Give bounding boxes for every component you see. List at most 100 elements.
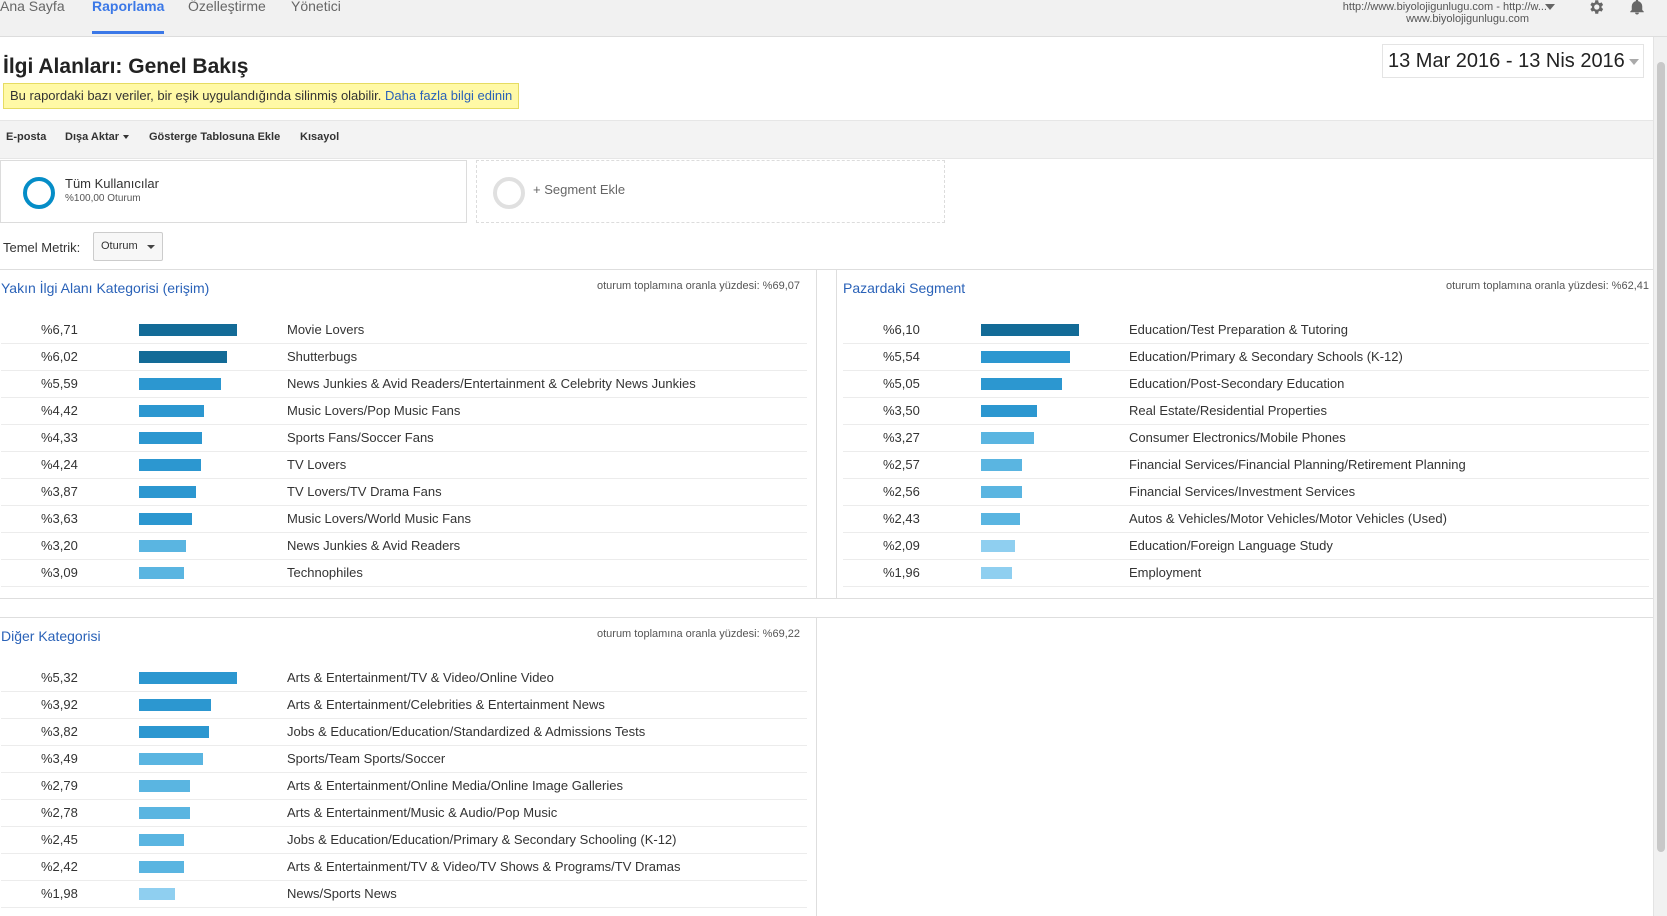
category-label: Music Lovers/Pop Music Fans: [287, 403, 461, 418]
category-label: Education/Test Preparation & Tutoring: [1129, 322, 1348, 337]
primary-metric-select[interactable]: Oturum: [93, 232, 163, 261]
percent-value: %4,33: [41, 430, 78, 445]
segment-share: %100,00 Oturum: [65, 193, 141, 204]
percent-bar: [139, 567, 184, 579]
category-label: Movie Lovers: [287, 322, 365, 337]
percent-value: %6,10: [883, 322, 920, 337]
category-label: Shutterbugs: [287, 349, 358, 364]
percent-bar: [139, 378, 221, 390]
panel-title-link[interactable]: Diğer Kategorisi: [1, 628, 101, 644]
category-label: Financial Services/Investment Services: [1129, 484, 1356, 499]
percent-bar: [139, 780, 190, 792]
segment-all-users[interactable]: Tüm Kullanıcılar %100,00 Oturum: [0, 160, 467, 223]
category-label: Consumer Electronics/Mobile Phones: [1129, 430, 1346, 445]
table-row: %2,57 Financial Services/Financial Planni…: [843, 451, 1649, 479]
percent-value: %2,57: [883, 457, 920, 472]
category-label: Arts & Entertainment/TV & Video/TV Shows…: [287, 859, 681, 874]
chevron-down-icon[interactable]: [1545, 4, 1555, 10]
table-row: %3,82 Jobs & Education/Education/Standard…: [1, 718, 807, 746]
table-row: %2,45 Jobs & Education/Education/Primary …: [1, 826, 807, 854]
scrollbar-thumb[interactable]: [1657, 62, 1665, 852]
percent-bar: [139, 405, 204, 417]
table-row: %3,92 Arts & Entertainment/Celebrities & …: [1, 691, 807, 719]
category-label: Arts & Entertainment/TV & Video/Online V…: [287, 670, 554, 685]
percent-bar: [981, 351, 1070, 363]
percent-value: %5,59: [41, 376, 78, 391]
percent-bar: [981, 324, 1079, 336]
table-row: %5,05 Education/Post-Secondary Education: [843, 370, 1649, 398]
table-row: %6,02 Shutterbugs: [1, 343, 807, 371]
percent-bar: [139, 834, 184, 846]
category-label: News Junkies & Avid Readers/Entertainmen…: [287, 376, 696, 391]
date-range-picker[interactable]: 13 Mar 2016 - 13 Nis 2016: [1382, 44, 1644, 78]
category-label: Arts & Entertainment/Celebrities & Enter…: [287, 697, 605, 712]
account-selector[interactable]: http://www.biyolojigunlugu.com - http://…: [1343, 1, 1547, 25]
percent-value: %1,96: [883, 565, 920, 580]
table-row: %4,33 Sports Fans/Soccer Fans: [1, 424, 807, 452]
percent-value: %3,49: [41, 751, 78, 766]
gear-icon[interactable]: [1585, 0, 1607, 16]
category-label: Music Lovers/World Music Fans: [287, 511, 471, 526]
percent-bar: [139, 726, 209, 738]
percent-bar: [981, 486, 1022, 498]
table-row: %3,09 Technophiles: [1, 559, 807, 587]
percent-bar: [981, 378, 1062, 390]
table-row: %6,10 Education/Test Preparation & Tutori…: [843, 316, 1649, 344]
category-label: Arts & Entertainment/Online Media/Online…: [287, 778, 623, 793]
category-label: TV Lovers/TV Drama Fans: [287, 484, 442, 499]
shortcut-button[interactable]: Kısayol: [300, 131, 339, 143]
category-label: Education/Primary & Secondary Schools (K…: [1129, 349, 1403, 364]
primary-metric-value: Oturum: [101, 240, 138, 252]
percent-value: %6,02: [41, 349, 78, 364]
panel-title-link[interactable]: Pazardaki Segment: [843, 280, 965, 296]
table-row: %5,54 Education/Primary & Secondary Schoo…: [843, 343, 1649, 371]
panel-total: oturum toplamına oranla yüzdesi: %62,41: [1445, 280, 1649, 292]
tab-customization[interactable]: Özelleştirme: [188, 0, 266, 34]
category-label: Autos & Vehicles/Motor Vehicles/Motor Ve…: [1129, 511, 1447, 526]
percent-value: %2,43: [883, 511, 920, 526]
vertical-scrollbar[interactable]: [1653, 37, 1667, 916]
learn-more-link[interactable]: Daha fazla bilgi edinin: [385, 88, 512, 103]
table-row: %3,20 News Junkies & Avid Readers: [1, 532, 807, 560]
date-range-text: 13 Mar 2016 - 13 Nis 2016: [1388, 50, 1625, 72]
table-row: %1,98 News/Sports News: [1, 880, 807, 908]
percent-bar: [981, 432, 1034, 444]
account-url: http://www.biyolojigunlugu.com - http://…: [1342, 1, 1547, 13]
email-button[interactable]: E-posta: [6, 131, 46, 143]
percent-value: %3,92: [41, 697, 78, 712]
category-label: Education/Post-Secondary Education: [1129, 376, 1345, 391]
percent-value: %3,27: [883, 430, 920, 445]
category-label: Sports/Team Sports/Soccer: [287, 751, 446, 766]
percent-value: %4,24: [41, 457, 78, 472]
percent-bar: [139, 672, 237, 684]
tab-admin[interactable]: Yönetici: [291, 0, 341, 34]
tab-home[interactable]: Ana Sayfa: [0, 0, 65, 34]
category-label: Technophiles: [287, 565, 363, 580]
percent-bar: [981, 513, 1020, 525]
primary-metric-label: Temel Metrik:: [3, 240, 81, 255]
table-row: %5,32 Arts & Entertainment/TV & Video/Onl…: [1, 664, 807, 692]
percent-value: %1,98: [41, 886, 78, 901]
category-label: Jobs & Education/Education/Standardized …: [287, 724, 646, 739]
percent-bar: [981, 540, 1015, 552]
add-to-dashboard-button[interactable]: Gösterge Tablosuna Ekle: [149, 131, 280, 143]
category-label: Real Estate/Residential Properties: [1129, 403, 1327, 418]
percent-bar: [139, 486, 196, 498]
table-row: %3,27 Consumer Electronics/Mobile Phones: [843, 424, 1649, 452]
segment-ring-icon: [493, 177, 525, 209]
percent-bar: [139, 861, 184, 873]
percent-bar: [139, 540, 186, 552]
tab-reporting[interactable]: Raporlama: [92, 0, 165, 34]
chevron-down-icon: [147, 245, 155, 249]
add-segment-button[interactable]: + Segment Ekle: [476, 160, 945, 223]
table-row: %3,50 Real Estate/Residential Properties: [843, 397, 1649, 425]
category-label: News/Sports News: [287, 886, 397, 901]
percent-value: %6,71: [41, 322, 78, 337]
bell-icon[interactable]: [1628, 0, 1646, 16]
divider: [0, 598, 1653, 599]
panel-title-link[interactable]: Yakın İlgi Alanı Kategorisi (erişim): [1, 280, 209, 296]
percent-bar: [981, 405, 1037, 417]
category-label: Sports Fans/Soccer Fans: [287, 430, 434, 445]
export-button[interactable]: Dışa Aktar: [65, 131, 130, 143]
divider: [0, 269, 1653, 270]
